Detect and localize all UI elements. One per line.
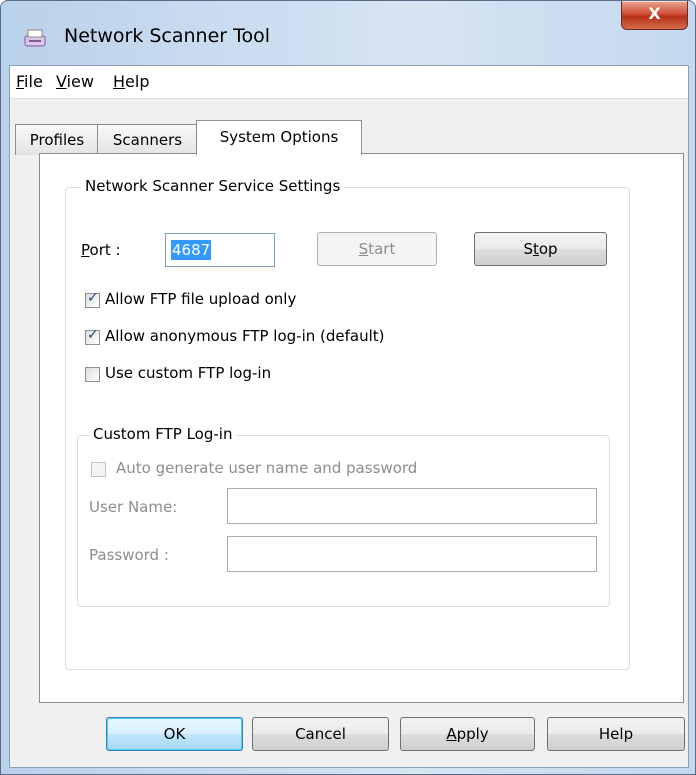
auto-generate-label: Auto generate user name and password	[116, 459, 418, 477]
user-name-input[interactable]	[227, 488, 597, 524]
port-label: Port :	[81, 241, 121, 259]
menu-view-rest: iew	[66, 72, 94, 91]
apply-button[interactable]: Apply	[400, 717, 535, 751]
password-input[interactable]	[227, 536, 597, 572]
dialog-window: Network Scanner Tool X File View Help Pr…	[0, 0, 696, 775]
start-button[interactable]: Start	[317, 232, 437, 266]
scanner-app-icon	[24, 29, 46, 47]
tab-scanners[interactable]: Scanners	[97, 124, 198, 155]
port-input[interactable]: 4687	[165, 233, 275, 267]
help-button[interactable]: Help	[547, 717, 685, 751]
custom-login-label: Use custom FTP log-in	[105, 364, 272, 382]
port-label-rest: ort :	[89, 241, 121, 259]
user-name-label: User Name:	[89, 498, 178, 516]
ftp-upload-only-checkbox[interactable]	[85, 290, 100, 308]
menu-help[interactable]: Help	[113, 72, 149, 91]
anonymous-login-label: Allow anonymous FTP log-in (default)	[105, 327, 385, 345]
anonymous-login-checkbox[interactable]	[85, 327, 100, 345]
menu-view[interactable]: View	[56, 72, 94, 91]
auto-generate-checkbox[interactable]	[91, 462, 106, 477]
ok-button[interactable]: OK	[106, 717, 243, 751]
ftp-upload-only-label: Allow FTP file upload only	[105, 290, 297, 308]
window-title: Network Scanner Tool	[64, 25, 271, 47]
service-settings-title: Network Scanner Service Settings	[81, 177, 345, 195]
custom-login-checkbox[interactable]	[85, 367, 100, 382]
start-button-rest: tart	[368, 240, 396, 258]
menu-file-rest: ile	[24, 72, 43, 91]
stop-button[interactable]: Stop	[474, 232, 607, 266]
password-label: Password :	[89, 546, 169, 564]
tab-system-options[interactable]: System Options	[196, 120, 362, 155]
menu-help-rest: elp	[125, 72, 150, 91]
port-value: 4687	[171, 240, 212, 260]
stop-button-rest: op	[538, 240, 558, 258]
close-button[interactable]: X	[621, 1, 688, 30]
tab-profiles[interactable]: Profiles	[15, 124, 99, 155]
menu-bar: File View Help	[10, 66, 688, 99]
cancel-button[interactable]: Cancel	[252, 717, 389, 751]
custom-ftp-login-title: Custom FTP Log-in	[89, 425, 237, 443]
apply-button-rest: pply	[456, 725, 489, 743]
menu-file[interactable]: File	[16, 72, 43, 91]
